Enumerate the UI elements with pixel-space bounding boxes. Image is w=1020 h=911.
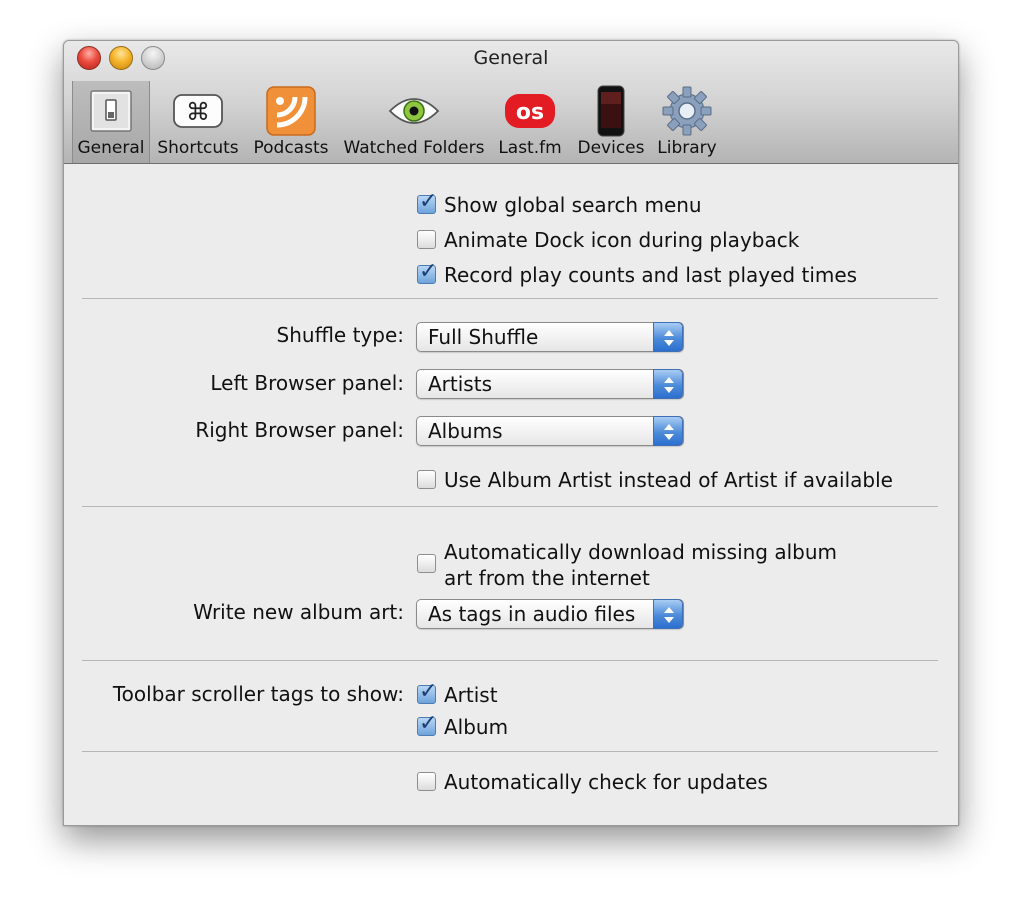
animate-dock-checkbox[interactable]: [417, 230, 436, 249]
tab-general[interactable]: General: [72, 81, 150, 163]
scroller-album-checkbox[interactable]: ✓: [417, 713, 437, 736]
scroller-tags-label: Toolbar scroller tags to show:: [112, 682, 404, 706]
auto-check-updates-checkbox[interactable]: [417, 772, 436, 791]
left-browser-value: Artists: [428, 372, 492, 396]
tab-podcasts[interactable]: Podcasts: [249, 81, 333, 163]
popup-arrows-icon: [653, 599, 683, 629]
right-browser-label: Right Browser panel:: [195, 418, 404, 442]
eye-icon: [388, 85, 440, 137]
general-pane: ✓ Show global search menu Animate Dock i…: [64, 164, 958, 825]
gear-icon: [661, 85, 713, 137]
separator: [82, 751, 938, 752]
auto-check-updates-row[interactable]: Automatically check for updates: [417, 769, 768, 795]
shuffle-type-popup[interactable]: Full Shuffle: [416, 322, 684, 352]
show-global-search-label: Show global search menu: [444, 193, 702, 217]
auto-check-updates-label: Automatically check for updates: [444, 770, 768, 794]
tab-devices[interactable]: Devices: [572, 81, 650, 163]
auto-download-art-label-line2: art from the internet: [444, 566, 650, 590]
show-global-search-checkbox[interactable]: ✓: [417, 191, 437, 214]
scroller-artist-label: Artist: [444, 683, 498, 707]
write-album-art-popup[interactable]: As tags in audio files: [416, 599, 684, 629]
right-browser-value: Albums: [428, 419, 503, 443]
auto-download-art-checkbox[interactable]: [417, 554, 436, 573]
auto-download-art-label-line1: Automatically download missing album: [444, 540, 838, 564]
scroller-artist-row[interactable]: ✓ Artist: [417, 681, 498, 708]
popup-arrows-icon: [653, 369, 683, 399]
svg-text:os: os: [516, 100, 544, 125]
tab-library-label: Library: [657, 138, 717, 158]
separator: [82, 506, 938, 507]
popup-arrows-icon: [653, 322, 683, 352]
tab-lastfm-label: Last.fm: [498, 138, 562, 158]
animate-dock-row[interactable]: Animate Dock icon during playback: [417, 227, 799, 253]
separator: [82, 660, 938, 661]
auto-download-art-row[interactable]: Automatically download missing album art…: [417, 539, 837, 591]
toolbar: General General ⌘ Shortcuts Podcasts Wat…: [64, 41, 958, 164]
tab-lastfm[interactable]: os Last.fm: [494, 81, 566, 163]
scroller-album-row[interactable]: ✓ Album: [417, 713, 509, 740]
tab-library[interactable]: Library: [654, 81, 720, 163]
record-play-counts-label: Record play counts and last played times: [444, 263, 858, 287]
show-global-search-row[interactable]: ✓ Show global search menu: [417, 191, 702, 218]
command-key-icon: ⌘: [172, 85, 224, 137]
tab-general-label: General: [77, 138, 145, 158]
write-album-art-value: As tags in audio files: [428, 602, 636, 626]
record-play-counts-checkbox[interactable]: ✓: [417, 261, 437, 284]
use-album-artist-checkbox[interactable]: [417, 470, 436, 489]
use-album-artist-row[interactable]: Use Album Artist instead of Artist if av…: [417, 467, 893, 493]
animate-dock-label: Animate Dock icon during playback: [444, 228, 800, 252]
tab-watched-folders[interactable]: Watched Folders: [340, 81, 488, 163]
tab-devices-label: Devices: [577, 138, 645, 158]
window-title: General: [473, 47, 549, 69]
svg-text:⌘: ⌘: [186, 98, 210, 126]
podcast-icon: [265, 85, 317, 137]
popup-arrows-icon: [653, 416, 683, 446]
use-album-artist-label: Use Album Artist instead of Artist if av…: [444, 468, 893, 492]
right-browser-popup[interactable]: Albums: [416, 416, 684, 446]
tab-podcasts-label: Podcasts: [253, 138, 329, 158]
shuffle-type-label: Shuffle type:: [276, 323, 404, 347]
preferences-window: General General ⌘ Shortcuts Podcasts Wat…: [63, 40, 959, 826]
tab-shortcuts[interactable]: ⌘ Shortcuts: [154, 81, 242, 163]
write-album-art-label: Write new album art:: [193, 600, 404, 624]
separator: [82, 298, 938, 299]
lastfm-icon: os: [504, 85, 556, 137]
left-browser-popup[interactable]: Artists: [416, 369, 684, 399]
left-browser-label: Left Browser panel:: [210, 371, 404, 395]
tab-watched-folders-label: Watched Folders: [343, 138, 485, 158]
scroller-artist-checkbox[interactable]: ✓: [417, 681, 437, 704]
shuffle-type-value: Full Shuffle: [428, 325, 539, 349]
switch-icon: [85, 85, 137, 137]
tab-shortcuts-label: Shortcuts: [157, 138, 239, 158]
record-play-counts-row[interactable]: ✓ Record play counts and last played tim…: [417, 261, 858, 288]
phone-icon: [585, 85, 637, 137]
scroller-album-label: Album: [444, 715, 509, 739]
